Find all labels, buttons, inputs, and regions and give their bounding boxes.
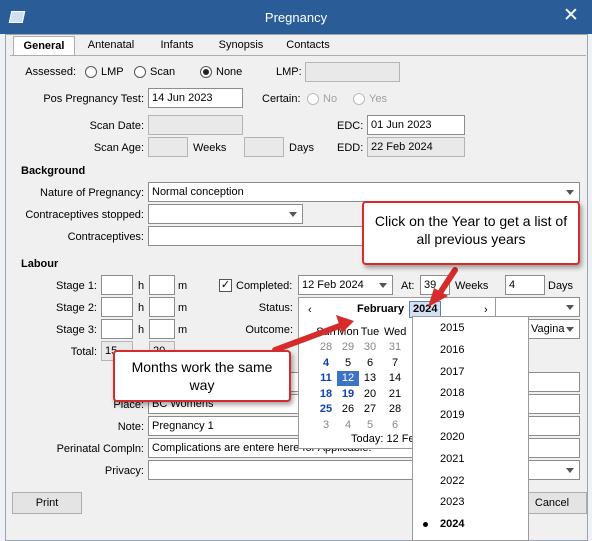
- month-tip-arrow: [272, 322, 345, 353]
- year-tip-callout: Click on the Year to get a list of all p…: [362, 201, 580, 265]
- month-tip-callout: Months work the same way: [113, 350, 291, 402]
- annotation-arrows: [272, 267, 458, 353]
- year-tip-arrowhead: [428, 288, 448, 307]
